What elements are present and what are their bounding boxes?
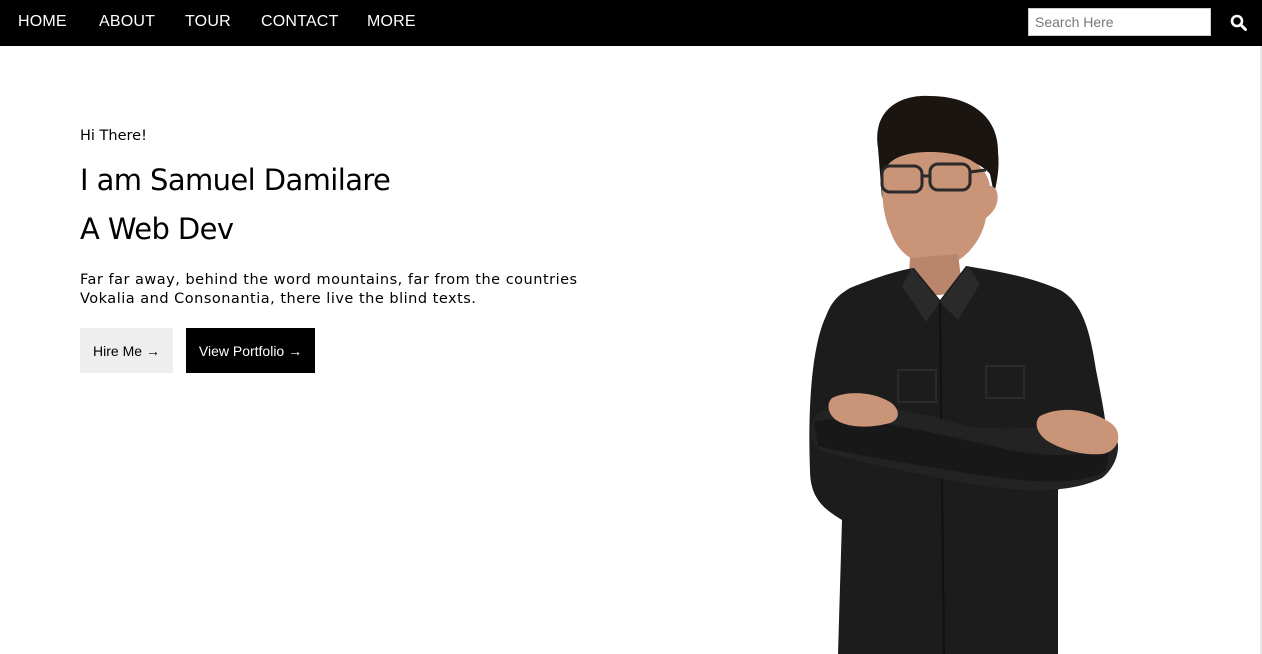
top-nav: HOME ABOUT TOUR CONTACT MORE [0, 0, 1262, 46]
nav-link-home[interactable]: HOME [18, 13, 67, 31]
nav-link-contact[interactable]: CONTACT [261, 13, 339, 31]
nav-link-about[interactable]: ABOUT [99, 13, 155, 31]
hero-description: Far far away, behind the word mountains,… [80, 272, 578, 307]
nav-link-more[interactable]: MORE [367, 13, 416, 31]
search-button[interactable] [1226, 9, 1250, 35]
hero-greeting: Hi There! [80, 128, 147, 144]
view-portfolio-button[interactable]: View Portfolio → [186, 328, 315, 373]
portrait-photo [809, 95, 1119, 654]
search-input[interactable] [1028, 8, 1211, 36]
hero-headline-role: A Web Dev [80, 212, 234, 246]
hero-headline-name: I am Samuel Damilare [80, 163, 391, 197]
hire-me-button[interactable]: Hire Me → [80, 328, 173, 373]
search-icon [1230, 14, 1247, 31]
nav-link-tour[interactable]: TOUR [185, 13, 231, 31]
